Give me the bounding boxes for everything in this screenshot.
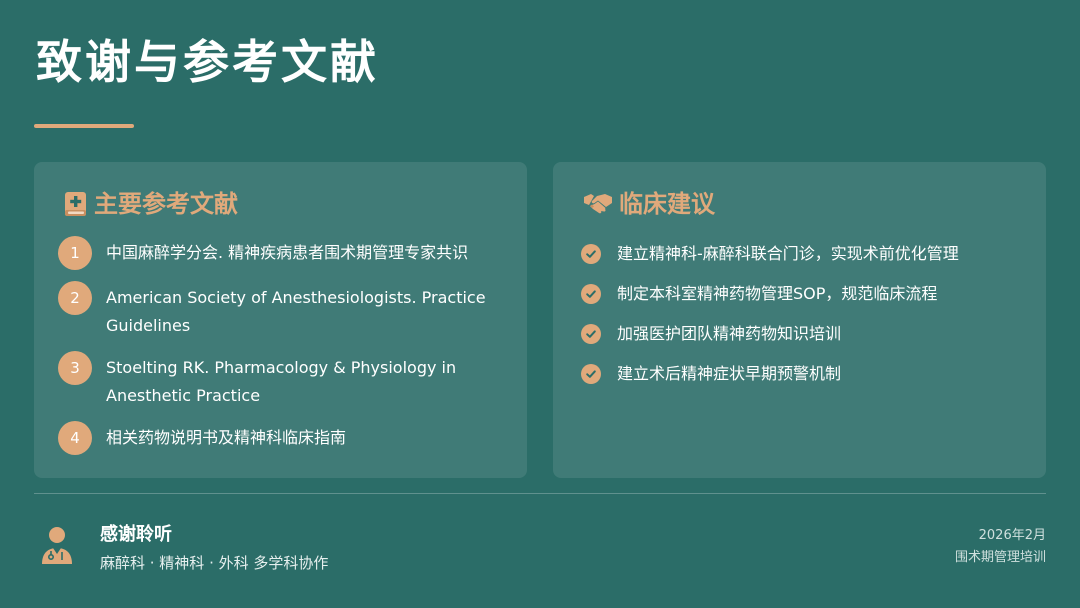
check-icon [581, 364, 601, 384]
check-icon [581, 244, 601, 264]
recommendation-text: 制定本科室精神药物管理SOP，规范临床流程 [617, 284, 938, 303]
footer-subtitle: 麻醉科 · 精神科 · 外科 多学科协作 [100, 554, 329, 572]
references-heading: 主要参考文献 [64, 188, 238, 220]
footer-date: 2026年2月 [978, 528, 1046, 543]
list-item: 加强医护团队精神药物知识培训 [581, 320, 1026, 348]
book-plus-icon [64, 191, 88, 217]
recommendation-text: 建立术后精神症状早期预警机制 [617, 364, 842, 383]
recommendations-heading: 临床建议 [583, 188, 715, 220]
number-badge: 1 [58, 236, 92, 270]
list-item: 3 Stoelting RK. Pharmacology & Physiolog… [58, 351, 507, 410]
check-icon [581, 324, 601, 344]
number-badge: 3 [58, 351, 92, 385]
list-item: 1 中国麻醉学分会. 精神疾病患者围术期管理专家共识 [58, 236, 507, 270]
handshake-icon [583, 191, 613, 217]
list-item: 制定本科室精神药物管理SOP，规范临床流程 [581, 280, 1026, 308]
number-badge: 2 [58, 281, 92, 315]
doctor-icon [40, 526, 74, 570]
slide-title: 致谢与参考文献 [36, 35, 379, 89]
recommendation-text: 建立精神科-麻醉科联合门诊，实现术前优化管理 [617, 244, 959, 263]
footer-title: 感谢聆听 [100, 524, 172, 545]
recommendations-list: 建立精神科-麻醉科联合门诊，实现术前优化管理 制定本科室精神药物管理SOP，规范… [581, 240, 1026, 400]
reference-text: 中国麻醉学分会. 精神疾病患者围术期管理专家共识 [106, 243, 469, 262]
references-list: 1 中国麻醉学分会. 精神疾病患者围术期管理专家共识 2 American So… [58, 236, 507, 466]
list-item: 4 相关药物说明书及精神科临床指南 [58, 421, 507, 455]
list-item: 2 American Society of Anesthesiologists.… [58, 281, 507, 340]
number-badge: 4 [58, 421, 92, 455]
recommendation-text: 加强医护团队精神药物知识培训 [617, 324, 842, 343]
recommendations-heading-label: 临床建议 [619, 190, 715, 218]
footer-divider [34, 493, 1046, 494]
reference-text: Stoelting RK. Pharmacology & Physiology … [106, 358, 457, 405]
recommendations-panel: 临床建议 建立精神科-麻醉科联合门诊，实现术前优化管理 制定本科室精神药物管理S… [553, 162, 1046, 478]
references-panel: 主要参考文献 1 中国麻醉学分会. 精神疾病患者围术期管理专家共识 2 Amer… [34, 162, 527, 478]
footer-event: 围术期管理培训 [954, 550, 1046, 565]
references-heading-label: 主要参考文献 [94, 190, 238, 218]
check-icon [581, 284, 601, 304]
list-item: 建立精神科-麻醉科联合门诊，实现术前优化管理 [581, 240, 1026, 268]
reference-text: American Society of Anesthesiologists. P… [106, 288, 486, 335]
title-underline [34, 124, 134, 128]
list-item: 建立术后精神症状早期预警机制 [581, 360, 1026, 388]
reference-text: 相关药物说明书及精神科临床指南 [106, 428, 347, 447]
